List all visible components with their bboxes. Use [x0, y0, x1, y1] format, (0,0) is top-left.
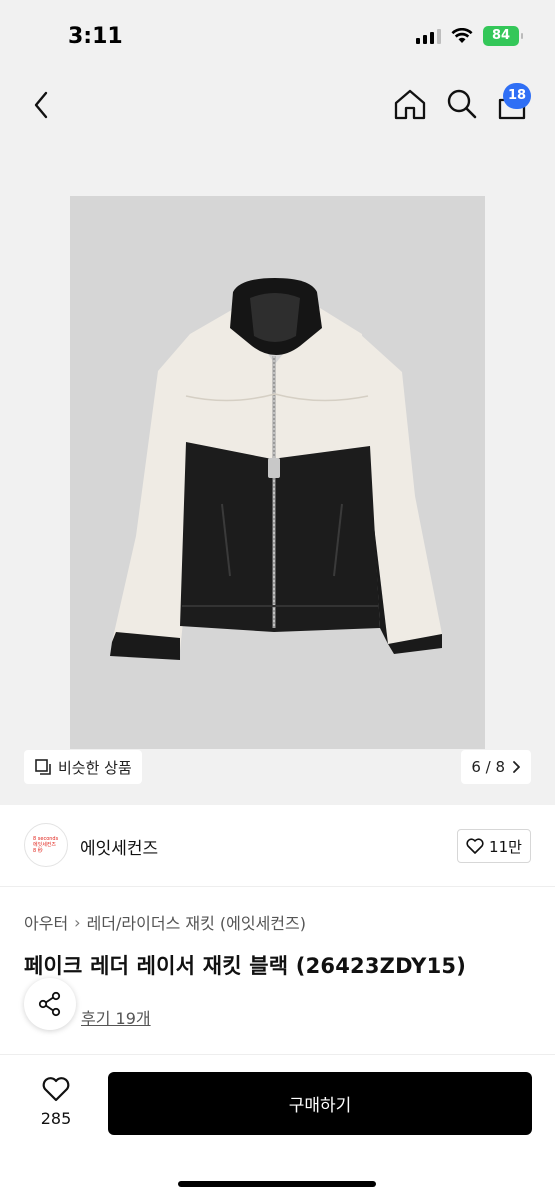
status-icons: 84 [416, 26, 523, 46]
brand-row[interactable]: 8 seconds 에잇세컨즈 8 秒 에잇세컨즈 11만 [0, 805, 555, 887]
breadcrumb-category[interactable]: 아우터 [24, 910, 68, 934]
brand-logo-text: 8 seconds 에잇세컨즈 8 秒 [33, 836, 59, 854]
battery-icon: 84 [483, 26, 523, 46]
breadcrumb-subcategory[interactable]: 레더/라이더스 재킷 (에잇세컨즈) [87, 910, 306, 934]
product-gallery[interactable]: 비슷한 상품 6 / 8 [0, 140, 555, 805]
cart-count-badge: 18 [503, 83, 531, 109]
status-time: 3:11 [68, 24, 123, 49]
chevron-right-icon: › [74, 912, 81, 932]
similar-icon [35, 759, 51, 775]
wifi-icon [451, 28, 473, 43]
signal-icon [416, 28, 441, 44]
buy-button[interactable]: 구매하기 [108, 1072, 532, 1135]
breadcrumb: 아우터 › 레더/라이더스 재킷 (에잇세컨즈) [24, 910, 306, 934]
top-navigation [0, 70, 555, 140]
search-button[interactable] [444, 86, 480, 122]
brand-favorite-count: 11만 [489, 837, 522, 856]
brand-name[interactable]: 에잇세컨즈 [80, 834, 158, 859]
home-button[interactable] [392, 86, 428, 122]
image-pager[interactable]: 6 / 8 [461, 750, 531, 784]
product-image[interactable] [70, 196, 485, 749]
back-button[interactable] [26, 88, 56, 122]
share-icon [38, 991, 61, 1017]
like-button[interactable]: 285 [30, 1075, 82, 1137]
review-link[interactable]: 후기 19개 [81, 1005, 151, 1029]
page-indicator: 6 / 8 [471, 758, 505, 776]
jacket-illustration [110, 278, 442, 660]
home-icon [394, 89, 426, 120]
chevron-right-icon [513, 761, 520, 773]
heart-icon [42, 1077, 70, 1102]
back-icon [34, 91, 48, 119]
like-count: 285 [40, 1109, 72, 1128]
product-title: 페이크 레더 레이서 재킷 블랙 (26423ZDY15) [24, 954, 467, 978]
brand-favorite-button[interactable]: 11만 [457, 829, 531, 863]
heart-icon [466, 838, 484, 854]
search-icon [447, 89, 477, 119]
share-button[interactable] [24, 978, 76, 1030]
similar-products-label: 비슷한 상품 [58, 758, 132, 777]
status-bar: 3:11 84 [0, 0, 555, 70]
brand-logo[interactable]: 8 seconds 에잇세컨즈 8 秒 [24, 823, 68, 867]
bottom-action-bar: 285 구매하기 [0, 1054, 555, 1200]
similar-products-button[interactable]: 비슷한 상품 [24, 750, 142, 784]
home-indicator [178, 1181, 376, 1187]
